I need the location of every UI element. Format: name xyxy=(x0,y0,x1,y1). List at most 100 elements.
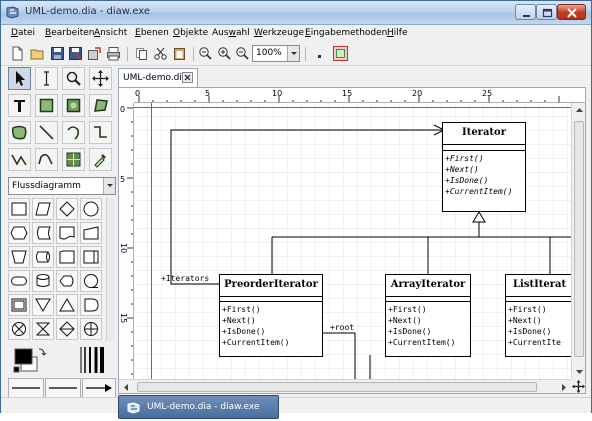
outline-tool[interactable] xyxy=(62,148,85,171)
menu-bearbeiten[interactable]: Bearbeiten xyxy=(45,28,94,38)
menu-werkzeuge[interactable]: Werkzeuge xyxy=(254,28,304,38)
uml-class-listiterator[interactable]: ListIterat +First() +Next() +IsDone() +C… xyxy=(505,274,571,357)
polyline-tool[interactable] xyxy=(8,148,31,171)
end-arrow-selector[interactable] xyxy=(82,378,116,398)
zoom-in-icon xyxy=(218,47,231,60)
minimize-button[interactable] xyxy=(515,4,536,20)
shape-delay[interactable] xyxy=(80,294,102,316)
paste-button[interactable] xyxy=(171,45,188,62)
horizontal-ruler-ticks xyxy=(138,96,560,102)
shape-sort[interactable] xyxy=(56,318,78,340)
polygon-tool[interactable] xyxy=(89,94,112,117)
shape-direct-data[interactable] xyxy=(32,246,54,268)
snap-to-objects-button[interactable] xyxy=(332,45,349,62)
horizontal-scroll-thumb[interactable] xyxy=(137,382,537,392)
magnify-tool[interactable] xyxy=(62,67,85,90)
snap-to-grid-button[interactable] xyxy=(311,45,328,62)
shape-document[interactable] xyxy=(56,222,78,244)
save-as-button[interactable] xyxy=(67,45,84,62)
tab-close-button[interactable] xyxy=(182,72,193,83)
scroll-down-icon xyxy=(576,370,583,374)
shape-extract[interactable] xyxy=(56,294,78,316)
menu-objekte[interactable]: Objekte xyxy=(173,28,208,38)
line-width-selector[interactable] xyxy=(77,345,107,375)
menu-auswahl[interactable]: Auswahl xyxy=(212,28,250,38)
vertical-scrollbar[interactable] xyxy=(571,103,585,379)
scroll-tool[interactable] xyxy=(89,67,112,90)
horizontal-scrollbar[interactable] xyxy=(119,379,571,393)
shape-summing-junction[interactable] xyxy=(8,318,30,340)
sequential-data-shape-icon xyxy=(84,274,98,288)
zoom-fit-button[interactable] xyxy=(197,45,214,62)
uml-class-arrayiterator[interactable]: ArrayIterator +First() +Next() +IsDone()… xyxy=(385,274,471,357)
zigzag-tool[interactable] xyxy=(89,121,112,144)
text-tool[interactable] xyxy=(8,94,31,117)
vertical-scroll-thumb[interactable] xyxy=(574,121,584,357)
shape-magnetic-disk[interactable] xyxy=(32,270,54,292)
shape-display[interactable] xyxy=(56,270,78,292)
shape-or[interactable] xyxy=(80,318,102,340)
new-diagram-button[interactable] xyxy=(9,45,26,62)
zoom-dropdown-button[interactable] xyxy=(287,46,299,61)
shapes-scrollbar[interactable] xyxy=(106,198,114,341)
diagram-canvas[interactable]: +Iterators +root Iterator +First() +Next… xyxy=(134,103,571,379)
navigation-cross-button[interactable] xyxy=(571,379,585,393)
line-style-selector[interactable] xyxy=(45,378,81,398)
shape-terminator[interactable] xyxy=(8,270,30,292)
shape-manual-operation[interactable] xyxy=(8,246,30,268)
shape-card[interactable] xyxy=(8,294,30,316)
print-button[interactable] xyxy=(105,45,122,62)
open-button[interactable] xyxy=(29,45,46,62)
zoom-in-button[interactable] xyxy=(216,45,233,62)
color-selector[interactable] xyxy=(11,345,51,375)
menu-ansicht[interactable]: Ansicht xyxy=(94,28,127,38)
shape-sequential-data[interactable] xyxy=(80,270,102,292)
shape-data[interactable] xyxy=(32,198,54,220)
export-button[interactable] xyxy=(86,45,103,62)
pointer-tool[interactable] xyxy=(8,67,31,90)
save-button[interactable] xyxy=(49,45,66,62)
line-tool[interactable] xyxy=(35,121,58,144)
shape-preparation[interactable] xyxy=(8,222,30,244)
cut-button[interactable] xyxy=(152,45,169,62)
text-cursor-tool[interactable] xyxy=(35,67,58,90)
menu-bearbeiten-rest: earbeiten xyxy=(51,28,95,38)
zoom-out-button[interactable] xyxy=(234,45,251,62)
color-picker-tool[interactable] xyxy=(89,148,112,171)
menu-datei[interactable]: Datei xyxy=(11,28,35,38)
uml-class-iterator[interactable]: Iterator +First() +Next() +IsDone() +Cur… xyxy=(442,122,526,212)
shape-internal-storage[interactable] xyxy=(80,246,102,268)
sheet-selector[interactable]: Flussdiagramm xyxy=(8,177,116,195)
hexagon-shape-icon xyxy=(10,226,28,240)
shape-connector[interactable] xyxy=(80,198,102,220)
ruler-label-h-10: 10 xyxy=(272,89,283,98)
bezierline-tool[interactable] xyxy=(35,148,58,171)
zoom-out-icon xyxy=(236,47,249,60)
shape-stored-data[interactable] xyxy=(32,222,54,244)
shape-manual-input[interactable] xyxy=(80,222,102,244)
title-bar[interactable]: UML-demo.dia - diaw.exe xyxy=(1,1,591,25)
shape-merge[interactable] xyxy=(32,294,54,316)
box-tool[interactable] xyxy=(35,94,58,117)
maximize-button[interactable] xyxy=(536,4,557,20)
shape-predefined[interactable] xyxy=(56,246,78,268)
shape-process[interactable] xyxy=(8,198,30,220)
operation: +Next() xyxy=(388,316,422,325)
menu-eingabemethoden[interactable]: Eingabemethoden xyxy=(305,28,387,38)
arc-tool[interactable] xyxy=(62,121,85,144)
menu-hilfe[interactable]: Hilfe xyxy=(387,28,408,38)
image-tool[interactable] xyxy=(62,94,85,117)
tab-uml-demo[interactable]: UML-demo.dia xyxy=(118,68,198,87)
taskbar-window-preview[interactable]: UML-demo.dia - diaw.exe xyxy=(118,395,279,419)
sheet-dropdown-button[interactable] xyxy=(103,178,115,194)
shape-collate[interactable] xyxy=(32,318,54,340)
eyedropper-icon xyxy=(94,154,106,168)
zoom-combobox[interactable]: 100% xyxy=(252,45,300,62)
start-arrow-selector[interactable] xyxy=(8,378,44,398)
copy-button[interactable] xyxy=(133,45,150,62)
beziergon-tool[interactable] xyxy=(8,121,31,144)
uml-class-preorderiterator[interactable]: PreorderIterator +First() +Next() +IsDon… xyxy=(219,274,323,357)
close-button[interactable] xyxy=(557,4,586,20)
shape-decision[interactable] xyxy=(56,198,78,220)
menu-ebenen[interactable]: Ebenen xyxy=(135,28,169,38)
